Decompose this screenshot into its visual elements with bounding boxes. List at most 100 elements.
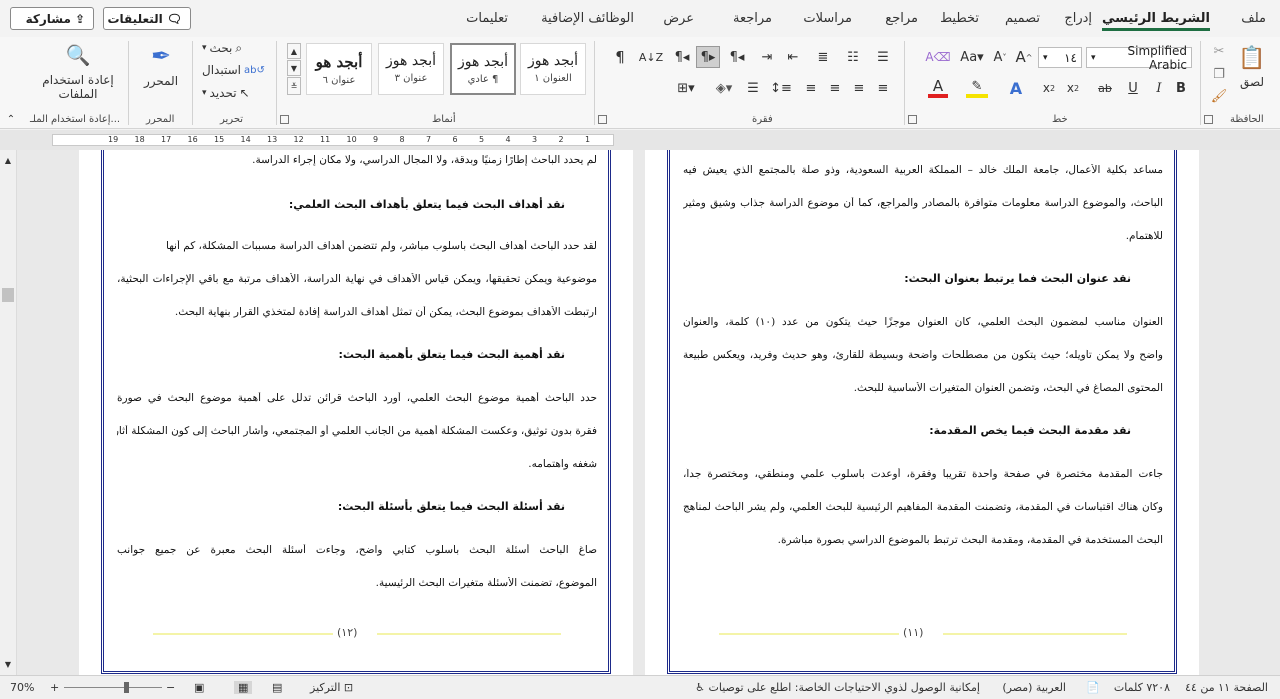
paragraph-launcher-icon[interactable] bbox=[598, 115, 607, 124]
text-effects-icon[interactable]: A bbox=[1006, 78, 1026, 98]
subscript-icon[interactable]: x2 bbox=[1064, 78, 1082, 98]
scroll-down-icon[interactable]: ▼ bbox=[2, 658, 14, 670]
align-center-icon[interactable]: ≡ bbox=[848, 78, 870, 98]
numbering-icon[interactable]: ☷ bbox=[842, 47, 864, 67]
font-name-select[interactable]: Simplified Arabic ▾ bbox=[1086, 44, 1192, 72]
shrink-font-icon[interactable]: A ˅ bbox=[990, 47, 1010, 67]
focus-mode-button[interactable]: التركيز ⊡ bbox=[310, 681, 353, 694]
styles-launcher-icon[interactable] bbox=[280, 115, 289, 124]
zoom-slider-thumb[interactable] bbox=[124, 682, 129, 693]
vertical-scrollbar[interactable]: ▲ ▼ bbox=[0, 150, 17, 675]
tab-help[interactable]: تعليمات bbox=[466, 11, 508, 26]
bold-icon[interactable]: B bbox=[1172, 78, 1190, 98]
copy-icon[interactable]: ❐ bbox=[1210, 65, 1228, 83]
tab-layout[interactable]: تخطيط bbox=[940, 11, 979, 26]
cut-icon[interactable]: ✂ bbox=[1210, 42, 1228, 60]
word-count[interactable]: ٧٢٠٨ كلمات bbox=[1114, 681, 1170, 694]
tab-design[interactable]: تصميم bbox=[1005, 11, 1040, 26]
kashida-icon[interactable]: ☰ bbox=[742, 78, 764, 98]
reuse-files-label-1[interactable]: إعادة استخدام bbox=[30, 73, 126, 87]
tab-view[interactable]: عرض bbox=[663, 11, 694, 26]
show-marks-icon[interactable]: ¶ bbox=[610, 47, 630, 67]
zoom-level[interactable]: 70% bbox=[10, 681, 34, 694]
scroll-thumb[interactable] bbox=[2, 288, 14, 302]
paste-button-label[interactable]: لصق bbox=[1232, 75, 1272, 89]
clipboard-launcher-icon[interactable] bbox=[1204, 115, 1213, 124]
borders-icon[interactable]: ⊞▾ bbox=[672, 78, 700, 98]
styles-scroll-down-icon[interactable]: ▼ bbox=[287, 60, 301, 76]
italic-icon[interactable]: I bbox=[1150, 78, 1168, 98]
replace-button[interactable]: استبدال ab↺ bbox=[202, 61, 268, 79]
web-layout-icon[interactable]: ▤ bbox=[272, 681, 282, 694]
underline-icon[interactable]: U bbox=[1124, 78, 1142, 98]
language-indicator[interactable]: العربية (مصر) bbox=[1002, 681, 1066, 694]
document-canvas[interactable]: لم يحدد الباحث إطارًا زمنيًا وبدقة، ولا … bbox=[17, 150, 1280, 675]
superscript-icon[interactable]: x2 bbox=[1040, 78, 1058, 98]
page-info[interactable]: الصفحة ١١ من ٤٤ bbox=[1185, 681, 1268, 694]
ruler-number: 14 bbox=[240, 135, 251, 144]
select-button[interactable]: ▾ تحديد ↖ bbox=[202, 84, 268, 102]
page-12[interactable]: لم يحدد الباحث إطارًا زمنيًا وبدقة، ولا … bbox=[79, 150, 633, 675]
format-painter-icon[interactable]: 🖌 bbox=[1210, 87, 1228, 105]
change-case-icon[interactable]: Aa▾ bbox=[958, 47, 986, 67]
collapse-ribbon-icon[interactable]: ⌃ bbox=[4, 113, 18, 125]
share-button[interactable]: ⇪ مشاركة bbox=[10, 7, 94, 30]
tab-references[interactable]: مراجع bbox=[885, 11, 918, 26]
clear-formatting-icon[interactable]: A⌫ bbox=[925, 47, 950, 67]
zoom-out-icon[interactable]: − bbox=[166, 681, 175, 694]
decrease-indent-icon[interactable]: ⇤ bbox=[782, 47, 804, 67]
page-11[interactable]: مساعد بكلية الأعمال، جامعة الملك خالد – … bbox=[645, 150, 1199, 675]
strikethrough-icon[interactable]: ab bbox=[1094, 78, 1116, 98]
multilevel-list-icon[interactable]: ≣ bbox=[812, 47, 834, 67]
editor-icon[interactable]: ✒ bbox=[142, 41, 180, 71]
tab-mailings[interactable]: مراسلات bbox=[803, 11, 852, 26]
editor-button-label[interactable]: المحرر bbox=[136, 73, 186, 89]
shading-icon[interactable]: ◈▾ bbox=[712, 78, 736, 98]
styles-more-icon[interactable]: ≚ bbox=[287, 77, 301, 95]
style-heading-3[interactable]: أبجد هوز عنوان ٣ bbox=[378, 43, 444, 95]
tab-review[interactable]: مراجعة bbox=[733, 11, 772, 26]
justify-icon[interactable]: ≡ bbox=[800, 78, 822, 98]
highlight-color-icon[interactable]: ✎ bbox=[966, 78, 988, 98]
align-right-icon[interactable]: ≡ bbox=[872, 78, 894, 98]
paragraph-direction-icon[interactable]: ¶◂ bbox=[672, 47, 692, 67]
read-mode-icon[interactable]: ▣ bbox=[194, 681, 204, 694]
accessibility-status[interactable]: ♿ إمكانية الوصول لذوي الاحتياجات الخاصة:… bbox=[695, 681, 980, 694]
bullets-icon[interactable]: ☰ bbox=[872, 47, 894, 67]
ltr-direction-icon[interactable]: ¶▸ bbox=[696, 46, 720, 68]
zoom-in-icon[interactable]: + bbox=[50, 681, 59, 694]
reuse-files-icon[interactable]: 🔍 bbox=[60, 41, 96, 69]
line-spacing-icon[interactable]: ↕≡ bbox=[770, 78, 792, 98]
increase-indent-icon[interactable]: ⇥ bbox=[756, 47, 778, 67]
zoom-slider[interactable] bbox=[64, 687, 162, 688]
paragraph-line: جاءت المقدمة مختصرة في صفحة واحدة تقريبا… bbox=[683, 468, 1163, 480]
tab-home[interactable]: الشريط الرئيسي bbox=[1102, 11, 1210, 31]
grow-font-icon[interactable]: A ^ bbox=[1014, 47, 1034, 67]
reuse-files-label-2[interactable]: الملفات bbox=[30, 87, 126, 101]
font-launcher-icon[interactable] bbox=[908, 115, 917, 124]
font-size-select[interactable]: ١٤ ▾ bbox=[1038, 47, 1082, 68]
print-layout-icon[interactable]: ▦ bbox=[234, 681, 253, 694]
ruler-number: 10 bbox=[346, 135, 357, 144]
scroll-up-icon[interactable]: ▲ bbox=[2, 154, 14, 166]
paragraph-line: البحث المستخدمة في المقدمة، ومقدمة البحث… bbox=[777, 534, 1163, 546]
rtl-direction-icon[interactable]: ¶◂ bbox=[726, 47, 748, 67]
proofing-icon[interactable]: 📄 bbox=[1086, 681, 1100, 694]
accessibility-icon: ♿ bbox=[695, 681, 705, 694]
ruler-scale[interactable]: 1 2 3 4 5 6 7 8 9 10 11 12 13 14 15 16 17 18 19 bbox=[52, 134, 614, 146]
align-left-icon[interactable]: ≡ bbox=[824, 78, 846, 98]
style-heading-1[interactable]: أبجد هوز العنوان ١ bbox=[520, 43, 586, 95]
font-color-icon[interactable]: A bbox=[928, 77, 948, 98]
tab-addins[interactable]: الوظائف الإضافية bbox=[541, 11, 634, 26]
style-heading-6[interactable]: أبجد هو عنوان ٦ bbox=[306, 43, 372, 95]
find-button[interactable]: ▾ بحث ⌕ bbox=[202, 39, 268, 57]
paste-icon[interactable]: 📋 bbox=[1235, 43, 1269, 73]
sort-icon[interactable]: A↓Z bbox=[639, 47, 663, 67]
paragraph-line: فقرة بدون توثيق، وعكست المشكلة أهمية من … bbox=[117, 425, 597, 437]
tab-insert[interactable]: إدراج bbox=[1064, 11, 1092, 26]
tab-file[interactable]: ملف bbox=[1241, 11, 1266, 26]
style-normal[interactable]: أبجد هوز ¶ عادي bbox=[450, 43, 516, 95]
comments-button[interactable]: 🗨 التعليقات bbox=[103, 7, 191, 30]
styles-scroll-up-icon[interactable]: ▲ bbox=[287, 43, 301, 59]
search-icon: ⌕ bbox=[235, 40, 243, 55]
